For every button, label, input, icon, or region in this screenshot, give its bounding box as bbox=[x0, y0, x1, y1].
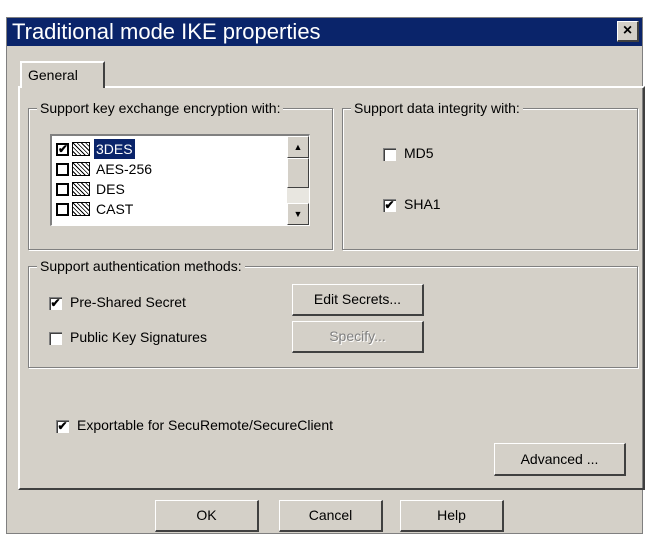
md5-checkbox[interactable]: MD5 bbox=[383, 144, 434, 162]
encryption-listbox[interactable]: ✔ 3DES AES-256 DES CAST ▲ ▼ bbox=[50, 134, 310, 226]
key-icon bbox=[72, 202, 90, 217]
check-mark-icon: ✔ bbox=[57, 418, 68, 433]
md5-label: MD5 bbox=[404, 145, 434, 161]
encryption-group: Support key exchange encryption with: ✔ 3… bbox=[28, 99, 333, 250]
sha1-check-box[interactable]: ✔ bbox=[383, 197, 396, 212]
list-item-label: 3DES bbox=[93, 138, 136, 161]
list-item-aes-256[interactable]: AES-256 bbox=[56, 158, 154, 178]
list-item-label: CAST bbox=[96, 201, 134, 218]
authentication-group: Support authentication methods: ✔ Pre-Sha… bbox=[28, 257, 638, 368]
ike-properties-dialog: Traditional mode IKE properties × Genera… bbox=[6, 17, 645, 534]
ok-button[interactable]: OK bbox=[155, 500, 259, 532]
public-key-check-box[interactable] bbox=[49, 331, 62, 345]
close-button[interactable]: × bbox=[617, 21, 639, 42]
title-bar[interactable]: Traditional mode IKE properties × bbox=[7, 18, 642, 46]
integrity-group-label: Support data integrity with: bbox=[351, 99, 523, 117]
pre-shared-check-box[interactable]: ✔ bbox=[49, 295, 62, 310]
key-icon bbox=[72, 142, 90, 157]
list-item-des[interactable]: DES bbox=[56, 178, 127, 198]
tab-general-label: General bbox=[28, 67, 78, 83]
cancel-button[interactable]: Cancel bbox=[279, 500, 383, 532]
public-key-label: Public Key Signatures bbox=[70, 329, 207, 345]
checkbox-des[interactable] bbox=[56, 182, 69, 196]
scroll-down-button[interactable]: ▼ bbox=[287, 203, 309, 225]
scroll-up-button[interactable]: ▲ bbox=[287, 136, 309, 158]
window-title: Traditional mode IKE properties bbox=[12, 19, 321, 44]
key-icon bbox=[72, 162, 90, 177]
exportable-check-box[interactable]: ✔ bbox=[56, 418, 69, 433]
pre-shared-label: Pre-Shared Secret bbox=[70, 294, 186, 310]
list-item-3des[interactable]: ✔ 3DES bbox=[56, 138, 136, 161]
encryption-group-label: Support key exchange encryption with: bbox=[37, 99, 284, 117]
general-tab-panel: Support key exchange encryption with: ✔ 3… bbox=[18, 86, 645, 490]
public-key-signatures-checkbox[interactable]: Public Key Signatures bbox=[49, 328, 207, 346]
list-item-label: DES bbox=[96, 181, 125, 198]
integrity-group: Support data integrity with: MD5 ✔ SHA1 bbox=[342, 99, 638, 250]
specify-button[interactable]: Specify... bbox=[292, 321, 424, 353]
sha1-label: SHA1 bbox=[404, 196, 441, 212]
check-mark-icon: ✔ bbox=[58, 141, 69, 156]
md5-check-box[interactable] bbox=[383, 147, 396, 161]
checkbox-cast[interactable] bbox=[56, 202, 69, 216]
list-item-label: AES-256 bbox=[96, 161, 153, 178]
advanced-button[interactable]: Advanced ... bbox=[494, 443, 626, 476]
check-mark-icon: ✔ bbox=[384, 197, 395, 212]
authentication-group-label: Support authentication methods: bbox=[37, 257, 245, 275]
check-mark-icon: ✔ bbox=[50, 295, 61, 310]
checkbox-aes-256[interactable] bbox=[56, 162, 69, 176]
sha1-checkbox[interactable]: ✔ SHA1 bbox=[383, 195, 441, 213]
tab-general[interactable]: General bbox=[20, 61, 105, 88]
exportable-checkbox[interactable]: ✔ Exportable for SecuRemote/SecureClient bbox=[56, 416, 333, 434]
scroll-thumb[interactable] bbox=[287, 158, 309, 188]
checkbox-3des[interactable]: ✔ bbox=[56, 141, 69, 156]
listbox-scrollbar[interactable]: ▲ ▼ bbox=[287, 136, 309, 225]
help-button[interactable]: Help bbox=[400, 500, 504, 532]
key-icon bbox=[72, 182, 90, 197]
pre-shared-secret-checkbox[interactable]: ✔ Pre-Shared Secret bbox=[49, 293, 186, 311]
list-item-cast[interactable]: CAST bbox=[56, 198, 135, 218]
edit-secrets-button[interactable]: Edit Secrets... bbox=[292, 284, 424, 316]
exportable-label: Exportable for SecuRemote/SecureClient bbox=[77, 417, 334, 433]
